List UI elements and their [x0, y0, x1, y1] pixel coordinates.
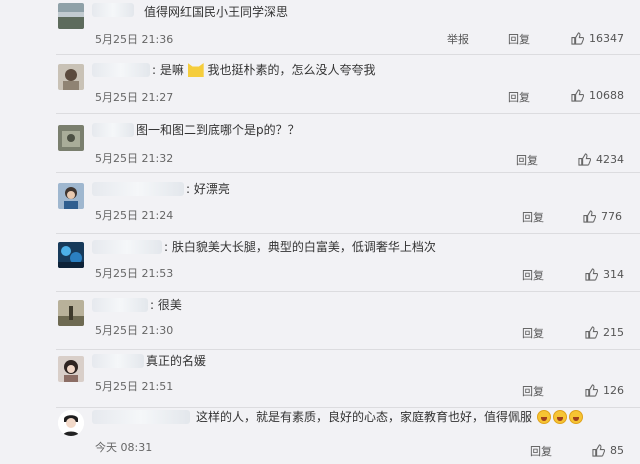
thumbs-up-icon [578, 152, 591, 166]
like-button[interactable]: 16347 [571, 30, 624, 46]
comment-item: : 好漂亮 5月25日 21:24 回复 776 [0, 176, 640, 234]
like-button[interactable]: 126 [585, 382, 624, 398]
comment-text: : 很美 [150, 298, 182, 312]
like-count: 4234 [596, 152, 624, 166]
like-count: 314 [603, 267, 624, 281]
comment-text: : 好漂亮 [186, 182, 230, 196]
like-count: 215 [603, 325, 624, 339]
comment-text: 真正的名媛 [146, 354, 207, 368]
comment-text-part: 我也挺朴素的，怎么没人夸夸我 [207, 63, 376, 77]
thumbs-up-icon [592, 443, 605, 457]
reply-button[interactable]: 回复 [530, 443, 552, 459]
username-blurred[interactable] [92, 298, 148, 312]
comment-list: 值得网红国民小王同学深思 5月25日 21:36 举报 回复 16347 : 是… [0, 0, 640, 464]
like-button[interactable]: 4234 [578, 151, 624, 167]
username-blurred[interactable] [92, 3, 134, 17]
comment-time: 5月25日 21:51 [95, 380, 174, 393]
reply-button[interactable]: 回复 [522, 209, 544, 225]
avatar[interactable] [58, 356, 84, 382]
divider [56, 113, 640, 114]
comment-item: : 肤白貌美大长腿，典型的白富美，低调奢华上档次 5月25日 21:53 回复 … [0, 234, 640, 292]
reply-button[interactable]: 回复 [508, 89, 530, 105]
like-count: 776 [601, 209, 622, 223]
thumbs-up-icon [571, 88, 584, 102]
reply-button[interactable]: 回复 [522, 325, 544, 341]
comment-text-part: : 是嘛 [152, 63, 184, 77]
thumbs-up-icon [585, 383, 598, 397]
comment-text: 值得网红国民小王同学深思 [144, 5, 289, 19]
comment-time: 5月25日 21:36 [95, 33, 174, 46]
username-blurred[interactable] [92, 410, 190, 424]
username-blurred[interactable] [92, 354, 144, 368]
avatar[interactable] [58, 183, 84, 209]
comment-item: 图一和图二到底哪个是p的？？ 5月25日 21:32 回复 4234 [0, 115, 640, 173]
avatar[interactable] [58, 300, 84, 326]
comment-item: 真正的名媛 5月25日 21:51 回复 126 [0, 350, 640, 408]
like-count: 85 [610, 443, 624, 457]
thumbs-up-icon [583, 209, 596, 223]
like-button[interactable]: 314 [585, 266, 624, 282]
comment-item: : 很美 5月25日 21:30 回复 215 [0, 292, 640, 350]
comment-text: 图一和图二到底哪个是p的？？ [136, 123, 300, 137]
laughing-emoji-icon [552, 410, 567, 424]
comment-item: 值得网红国民小王同学深思 5月25日 21:36 举报 回复 16347 [0, 0, 640, 58]
laughing-emoji-icon [536, 410, 551, 424]
avatar[interactable] [58, 410, 84, 436]
thumbs-up-icon [585, 267, 598, 281]
thumbs-up-icon [571, 31, 584, 45]
like-button[interactable]: 776 [583, 208, 622, 224]
cat-emoji-icon [187, 63, 204, 77]
avatar[interactable] [58, 125, 84, 151]
reply-button[interactable]: 回复 [522, 383, 544, 399]
like-button[interactable]: 10688 [571, 87, 624, 103]
comment-time: 5月25日 21:32 [95, 152, 174, 165]
comment-text: : 是嘛 我也挺朴素的，怎么没人夸夸我 [152, 62, 376, 78]
like-count: 10688 [589, 88, 624, 102]
comment-time: 5月25日 21:53 [95, 267, 174, 280]
like-count: 126 [603, 383, 624, 397]
username-blurred[interactable] [92, 240, 162, 254]
comment-text-part: 这样的人，就是有素质，良好的心态，家庭教育也好，值得佩服 [196, 410, 533, 424]
report-button[interactable]: 举报 [447, 31, 469, 47]
reply-button[interactable]: 回复 [516, 152, 538, 168]
comment-time: 5月25日 21:24 [95, 209, 174, 222]
reply-button[interactable]: 回复 [522, 267, 544, 283]
comment-text: 这样的人，就是有素质，良好的心态，家庭教育也好，值得佩服 [196, 409, 584, 425]
username-blurred[interactable] [92, 182, 184, 196]
divider [56, 172, 640, 173]
thumbs-up-icon [585, 325, 598, 339]
username-blurred[interactable] [92, 63, 150, 77]
comment-time: 5月25日 21:30 [95, 324, 174, 337]
avatar[interactable] [58, 242, 84, 268]
comment-item: : 是嘛 我也挺朴素的，怎么没人夸夸我 5月25日 21:27 回复 10688 [0, 56, 640, 114]
avatar[interactable] [58, 3, 84, 29]
like-count: 16347 [589, 31, 624, 45]
comment-item: 这样的人，就是有素质，良好的心态，家庭教育也好，值得佩服 今天 08:31 回复… [0, 406, 640, 464]
divider [56, 54, 640, 55]
comment-text: : 肤白貌美大长腿，典型的白富美，低调奢华上档次 [164, 240, 436, 254]
reply-button[interactable]: 回复 [508, 31, 530, 47]
username-blurred[interactable] [92, 123, 134, 137]
comment-time: 今天 08:31 [95, 441, 153, 454]
laughing-emoji-icon [568, 410, 583, 424]
comment-time: 5月25日 21:27 [95, 91, 174, 104]
avatar[interactable] [58, 64, 84, 90]
like-button[interactable]: 215 [585, 324, 624, 340]
like-button[interactable]: 85 [592, 442, 624, 458]
